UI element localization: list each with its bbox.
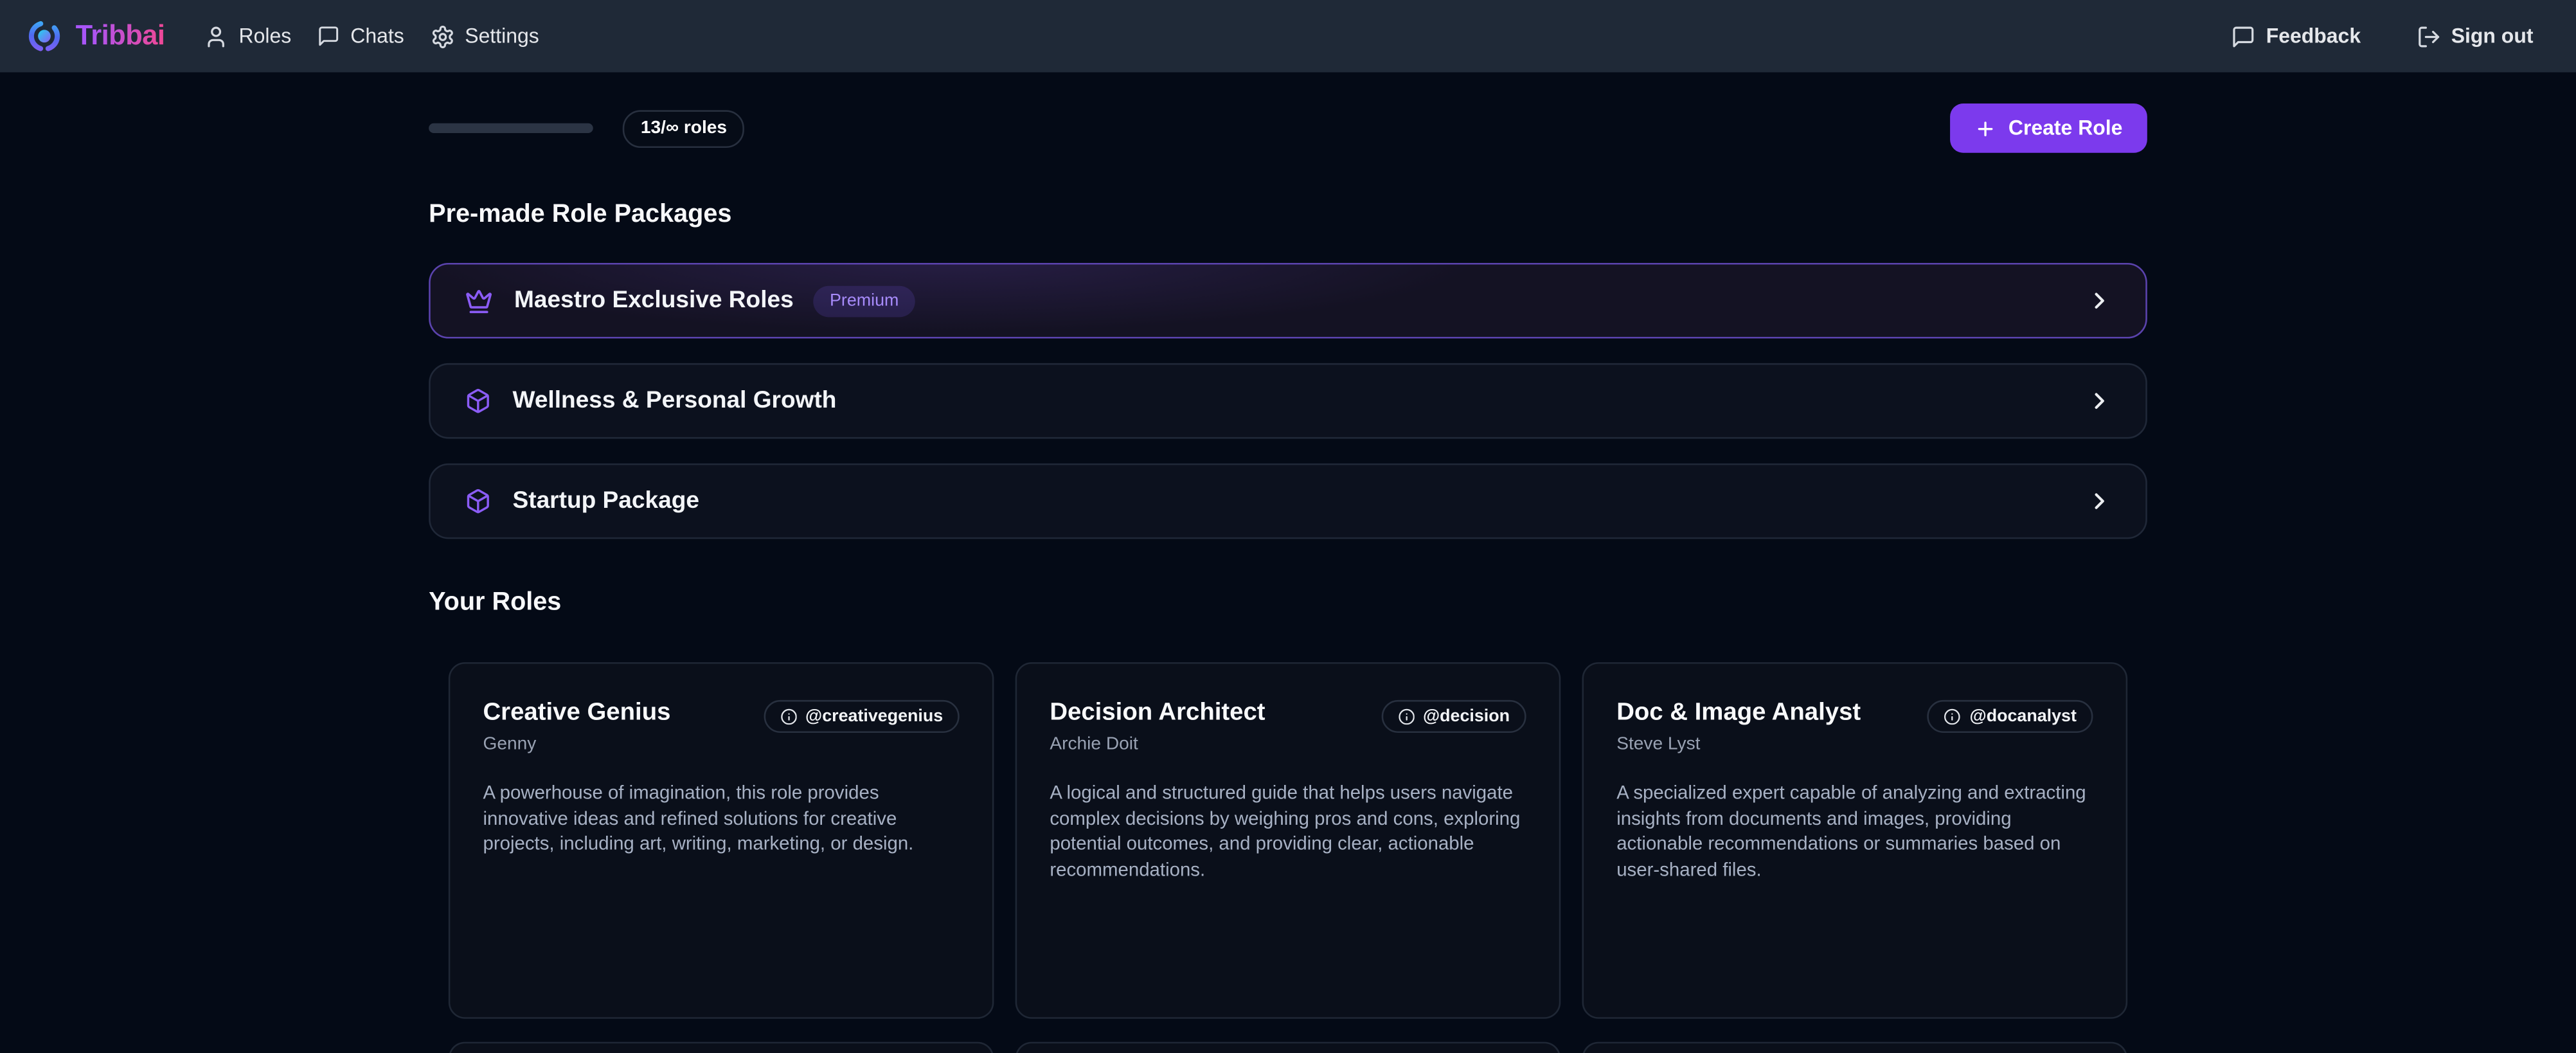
create-role-button[interactable]: Create Role bbox=[1949, 104, 2147, 153]
package-icon bbox=[465, 388, 491, 414]
role-card-decision-architect[interactable]: Decision Architect Archie Doit @decision… bbox=[1015, 662, 1561, 1019]
roles-progress-bar bbox=[429, 123, 593, 133]
chat-bubble-icon bbox=[318, 24, 341, 48]
nav-item-settings[interactable]: Settings bbox=[431, 24, 539, 48]
nav-label: Chats bbox=[350, 24, 404, 48]
role-handle: @decision bbox=[1423, 706, 1510, 726]
chat-bubble-icon bbox=[2232, 24, 2256, 48]
tribbai-logo-icon bbox=[26, 18, 62, 54]
role-handle: @creativegenius bbox=[805, 706, 943, 726]
nav-right: Feedback Sign out bbox=[2232, 24, 2533, 48]
role-card-stub[interactable] bbox=[1015, 1042, 1561, 1053]
roles-grid-next-row bbox=[449, 1042, 2127, 1053]
your-roles-section-title: Your Roles bbox=[429, 588, 2147, 618]
package-title: Wellness & Personal Growth bbox=[513, 388, 837, 414]
nav-label: Settings bbox=[465, 24, 539, 48]
role-description: A powerhouse of imagination, this role p… bbox=[483, 782, 959, 860]
premium-badge: Premium bbox=[813, 285, 915, 316]
role-title: Creative Genius bbox=[483, 698, 670, 726]
nav-item-chats[interactable]: Chats bbox=[318, 24, 404, 48]
crown-icon bbox=[465, 287, 492, 314]
app-root: Tribbai Roles Chats Settings bbox=[0, 0, 2576, 1053]
main-nav: Roles Chats Settings bbox=[204, 24, 539, 48]
role-subtitle: Genny bbox=[483, 735, 670, 755]
brand-logo[interactable]: Tribbai bbox=[26, 18, 165, 54]
role-title: Doc & Image Analyst bbox=[1616, 698, 1861, 726]
nav-label: Roles bbox=[239, 24, 292, 48]
role-description: A logical and structured guide that help… bbox=[1050, 782, 1526, 885]
packages-section-title: Pre-made Role Packages bbox=[429, 201, 2147, 230]
role-handle: @docanalyst bbox=[1970, 706, 2077, 726]
chevron-right-icon bbox=[2086, 287, 2113, 314]
nav-label: Sign out bbox=[2451, 24, 2534, 48]
role-handle-badge[interactable]: @creativegenius bbox=[764, 700, 960, 733]
card-header: Doc & Image Analyst Steve Lyst @docanaly… bbox=[1616, 698, 2093, 754]
role-subtitle: Archie Doit bbox=[1050, 735, 1265, 755]
role-card-stub[interactable] bbox=[449, 1042, 994, 1053]
roles-grid: Creative Genius Genny @creativegenius A … bbox=[449, 662, 2127, 1019]
role-handle-badge[interactable]: @decision bbox=[1381, 700, 1526, 733]
user-icon bbox=[204, 24, 229, 48]
role-title: Decision Architect bbox=[1050, 698, 1265, 726]
feedback-button[interactable]: Feedback bbox=[2232, 24, 2361, 48]
package-row-wellness[interactable]: Wellness & Personal Growth bbox=[429, 363, 2147, 439]
plus-icon bbox=[1974, 118, 1995, 139]
role-handle-badge[interactable]: @docanalyst bbox=[1928, 700, 2093, 733]
nav-item-roles[interactable]: Roles bbox=[204, 24, 291, 48]
card-header: Creative Genius Genny @creativegenius bbox=[483, 698, 959, 754]
roles-count-badge: 13/∞ roles bbox=[623, 109, 745, 147]
package-title: Maestro Exclusive Roles bbox=[514, 287, 794, 314]
roles-toolbar: 13/∞ roles Create Role bbox=[429, 104, 2147, 153]
create-role-label: Create Role bbox=[2008, 116, 2123, 140]
role-card-stub[interactable] bbox=[1582, 1042, 2128, 1053]
package-row-maestro[interactable]: Maestro Exclusive Roles Premium bbox=[429, 263, 2147, 339]
logout-icon bbox=[2417, 24, 2441, 48]
package-icon bbox=[465, 488, 491, 514]
main-content: 13/∞ roles Create Role Pre-made Role Pac… bbox=[429, 104, 2147, 1053]
chevron-right-icon bbox=[2086, 388, 2113, 414]
info-icon bbox=[1397, 708, 1415, 725]
gear-icon bbox=[431, 24, 455, 48]
package-row-startup[interactable]: Startup Package bbox=[429, 464, 2147, 539]
nav-label: Feedback bbox=[2266, 24, 2361, 48]
role-description: A specialized expert capable of analyzin… bbox=[1616, 782, 2093, 885]
info-icon bbox=[1944, 708, 1962, 725]
package-title: Startup Package bbox=[513, 488, 699, 514]
card-header: Decision Architect Archie Doit @decision bbox=[1050, 698, 1526, 754]
navbar: Tribbai Roles Chats Settings bbox=[0, 0, 2576, 72]
chevron-right-icon bbox=[2086, 488, 2113, 514]
role-subtitle: Steve Lyst bbox=[1616, 735, 1861, 755]
role-card-creative-genius[interactable]: Creative Genius Genny @creativegenius A … bbox=[449, 662, 994, 1019]
info-icon bbox=[780, 708, 797, 725]
brand-wordmark: Tribbai bbox=[76, 20, 165, 53]
sign-out-button[interactable]: Sign out bbox=[2417, 24, 2533, 48]
role-card-doc-image-analyst[interactable]: Doc & Image Analyst Steve Lyst @docanaly… bbox=[1582, 662, 2128, 1019]
